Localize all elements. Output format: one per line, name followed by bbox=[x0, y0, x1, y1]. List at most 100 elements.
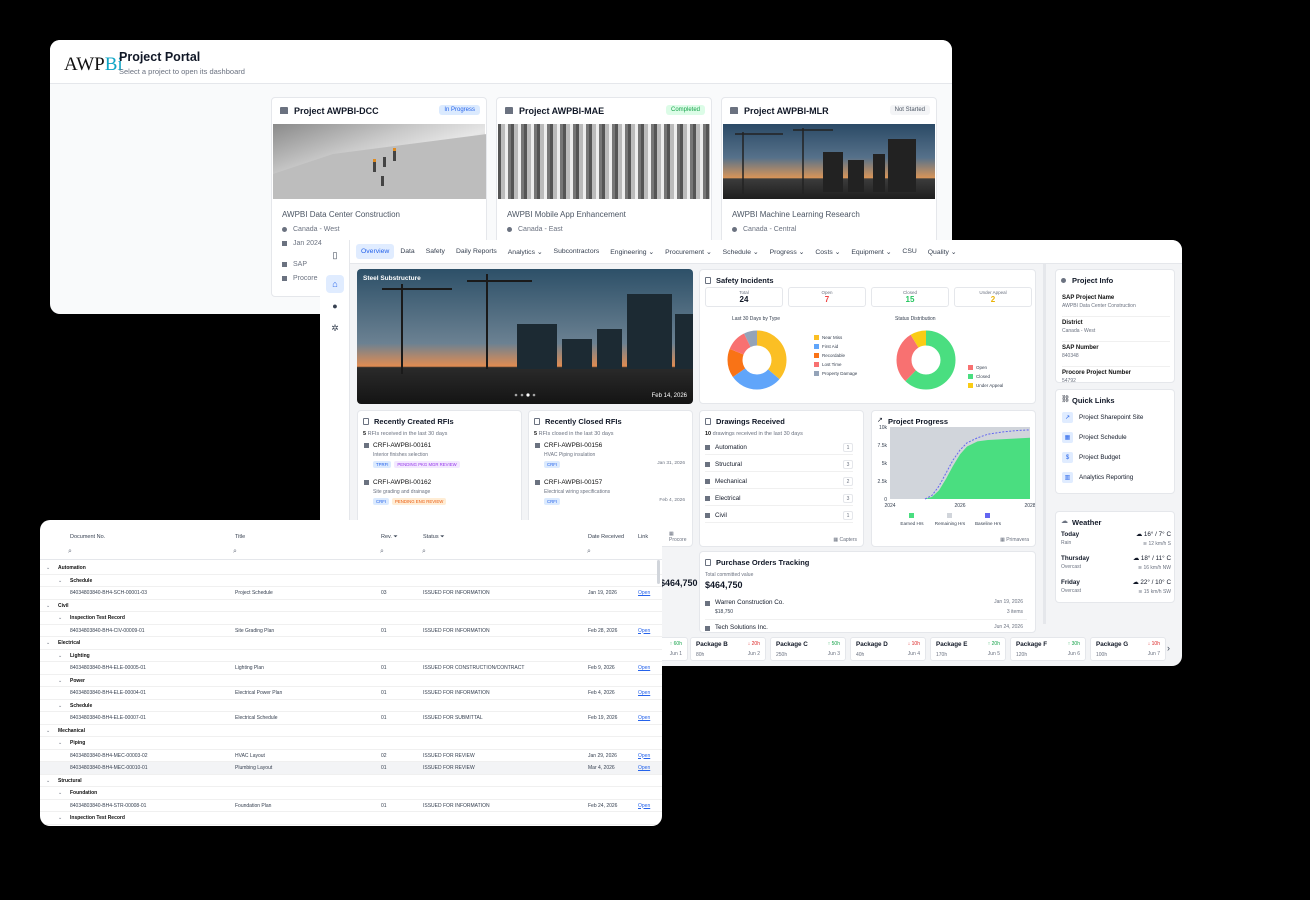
tab-overview[interactable]: Overview bbox=[356, 244, 395, 259]
table-row[interactable]: 84034803840-BH4-ELE-00004-01 Electrical P… bbox=[40, 687, 662, 700]
group-row[interactable]: ⌄ Automation bbox=[40, 562, 662, 575]
chevron-down-icon[interactable]: ⌄ bbox=[58, 653, 62, 659]
status-badge: Not Started bbox=[889, 105, 930, 115]
tab-analytics[interactable]: Analytics ⌄ bbox=[503, 244, 548, 260]
group-row[interactable]: ⌄ Schedule bbox=[40, 575, 662, 587]
group-row[interactable]: ⌄ Inspection Test Record bbox=[40, 812, 662, 825]
open-link[interactable]: Open bbox=[638, 590, 650, 596]
group-label: Mechanical bbox=[58, 727, 85, 734]
chevron-down-icon[interactable]: ⌄ bbox=[46, 603, 50, 609]
rfi-item[interactable]: CRFI-AWPBI-00156 HVAC Piping insulation CR… bbox=[535, 442, 685, 468]
column-header-link[interactable]: Link bbox=[638, 534, 648, 540]
group-row[interactable]: ⌄ Civil bbox=[40, 600, 662, 612]
open-link[interactable]: Open bbox=[638, 665, 650, 671]
po-row[interactable]: Warren Construction Co. $18,750 Jan 19, … bbox=[705, 598, 1027, 620]
table-row[interactable]: 84034803840-BH4-SCH-00001-03 Project Sche… bbox=[40, 587, 662, 600]
hero-photo-carousel[interactable]: Steel Substructure Feb 14, 2026 bbox=[357, 269, 693, 404]
group-row[interactable]: ⌄ Mechanical bbox=[40, 725, 662, 737]
chevron-down-icon[interactable]: ⌄ bbox=[58, 790, 62, 796]
table-row[interactable]: 84034803840-BH4-ELE-00007-01 Electrical S… bbox=[40, 712, 662, 725]
table-row[interactable]: 84034803840-BH4-MEC-00010-01 Plumbing Lay… bbox=[40, 762, 662, 775]
table-row[interactable]: 84034803840-BH4-ELE-00005-01 Lighting Pla… bbox=[40, 662, 662, 675]
scrollbar[interactable] bbox=[1043, 264, 1046, 624]
package-card[interactable]: Package B ↓ 20h 80h Jun 2 bbox=[690, 637, 766, 661]
search-icon[interactable]: ⌕ bbox=[68, 548, 72, 556]
search-icon[interactable]: ⌕ bbox=[380, 548, 384, 556]
group-row[interactable]: ⌄ Electrical bbox=[40, 637, 662, 650]
po-row[interactable]: Tech Solutions Inc. Jun 24, 2026 bbox=[705, 623, 1027, 632]
rfi-item[interactable]: CRFI-AWPBI-00162 Site grading and drainag… bbox=[364, 479, 514, 505]
package-card[interactable]: Package D ↓ 10h 40h Jun 4 bbox=[850, 637, 926, 661]
chevron-down-icon[interactable]: ⌄ bbox=[58, 815, 62, 821]
quick-link-project-budget[interactable]: $ Project Budget bbox=[1062, 452, 1168, 463]
rfi-item[interactable]: CRFI-AWPBI-00161 Interior finishes select… bbox=[364, 442, 514, 468]
chevron-right-icon[interactable]: › bbox=[1167, 643, 1170, 653]
package-card[interactable]: Package C ↑ 50h 250h Jun 3 bbox=[770, 637, 846, 661]
open-link[interactable]: Open bbox=[638, 690, 650, 696]
table-row[interactable]: 84034803840-BH4-MEC-00003-02 HVAC Layout 0… bbox=[40, 750, 662, 762]
quick-link-analytics-reporting[interactable]: ▥ Analytics Reporting bbox=[1062, 472, 1168, 483]
tab-data[interactable]: Data bbox=[395, 244, 419, 259]
table-row[interactable]: 84034803840-BH4-CIV-00009-01 Site Grading… bbox=[40, 625, 662, 637]
chevron-down-icon[interactable]: ⌄ bbox=[46, 565, 50, 571]
tab-progress[interactable]: Progress ⌄ bbox=[765, 244, 810, 260]
settings-gear-icon[interactable]: ✲ bbox=[326, 319, 344, 337]
chevron-down-icon[interactable]: ⌄ bbox=[58, 703, 62, 709]
chevron-down-icon[interactable]: ⌄ bbox=[58, 740, 62, 746]
drawing-discipline-row[interactable]: Electrical 3 bbox=[705, 492, 853, 506]
open-link[interactable]: Open bbox=[638, 803, 650, 809]
chevron-down-icon[interactable]: ⌄ bbox=[58, 578, 62, 584]
tab-daily-reports[interactable]: Daily Reports bbox=[451, 244, 502, 259]
scrollbar[interactable] bbox=[657, 560, 660, 584]
open-link[interactable]: Open bbox=[638, 628, 650, 634]
group-row[interactable]: ⌄ Schedule bbox=[40, 700, 662, 712]
tab-safety[interactable]: Safety bbox=[421, 244, 450, 259]
tab-schedule[interactable]: Schedule ⌄ bbox=[718, 244, 764, 260]
quick-link-project-sharepoint-site[interactable]: ↗ Project Sharepoint Site bbox=[1062, 412, 1168, 423]
tab-costs[interactable]: Costs ⌄ bbox=[810, 244, 845, 260]
search-icon[interactable]: ⌕ bbox=[422, 548, 426, 556]
home-icon[interactable]: ⌂ bbox=[326, 275, 344, 293]
drawing-discipline-row[interactable]: Mechanical 2 bbox=[705, 475, 853, 489]
column-header-title[interactable]: Title bbox=[235, 534, 245, 540]
quick-link-project-schedule[interactable]: ▦ Project Schedule bbox=[1062, 432, 1168, 443]
package-card[interactable]: Package F ↑ 30h 120h Jun 6 bbox=[1010, 637, 1086, 661]
chevron-down-icon[interactable]: ⌄ bbox=[46, 728, 50, 734]
group-row[interactable]: ⌄ Lighting bbox=[40, 650, 662, 662]
group-row[interactable]: ⌄ Power bbox=[40, 675, 662, 687]
drawing-discipline-row[interactable]: Automation 1 bbox=[705, 441, 853, 455]
tab-equipment[interactable]: Equipment ⌄ bbox=[846, 244, 896, 260]
column-header-status[interactable]: Status ⏷ bbox=[423, 534, 445, 541]
open-link[interactable]: Open bbox=[638, 753, 650, 759]
chevron-down-icon[interactable]: ⌄ bbox=[46, 640, 50, 646]
chevron-down-icon[interactable]: ⌄ bbox=[58, 678, 62, 684]
chevron-down-icon[interactable]: ⌄ bbox=[58, 615, 62, 621]
group-label: Structural bbox=[58, 777, 82, 784]
tab-quality[interactable]: Quality ⌄ bbox=[923, 244, 962, 260]
sidebar-toggle-icon[interactable]: ▯ bbox=[326, 246, 344, 264]
column-header-rev[interactable]: Rev. ⏷ bbox=[381, 534, 398, 541]
tab-engineering[interactable]: Engineering ⌄ bbox=[605, 244, 659, 260]
open-link[interactable]: Open bbox=[638, 715, 650, 721]
rfi-item[interactable]: CRFI-AWPBI-00157 Electrical wiring specif… bbox=[535, 479, 685, 505]
search-icon[interactable]: ⌕ bbox=[587, 548, 591, 556]
package-card[interactable]: Package G ↓ 10h 100h Jun 7 bbox=[1090, 637, 1166, 661]
chevron-down-icon[interactable]: ⌄ bbox=[46, 778, 50, 784]
group-row[interactable]: ⌄ Structural bbox=[40, 775, 662, 787]
group-row[interactable]: ⌄ Inspection Test Record bbox=[40, 612, 662, 625]
package-card[interactable]: Package E ↑ 20h 170h Jun 5 bbox=[930, 637, 1006, 661]
column-header-document-no[interactable]: Document No. bbox=[70, 534, 105, 540]
info-icon[interactable]: ● bbox=[326, 297, 344, 315]
open-link[interactable]: Open bbox=[638, 765, 650, 771]
tab-procurement[interactable]: Procurement ⌄ bbox=[660, 244, 717, 260]
tab-subcontractors[interactable]: Subcontractors bbox=[549, 244, 605, 259]
info-label: Procore Project Number bbox=[1062, 370, 1132, 376]
table-row[interactable]: 84034803840-BH4-STR-00008-01 Foundation P… bbox=[40, 800, 662, 812]
group-row[interactable]: ⌄ Foundation bbox=[40, 787, 662, 800]
drawing-discipline-row[interactable]: Civil 1 bbox=[705, 509, 853, 523]
search-icon[interactable]: ⌕ bbox=[233, 548, 237, 556]
column-header-date-received[interactable]: Date Received bbox=[588, 534, 624, 540]
group-row[interactable]: ⌄ Piping bbox=[40, 737, 662, 750]
tab-csu[interactable]: CSU bbox=[897, 244, 921, 259]
drawing-discipline-row[interactable]: Structural 3 bbox=[705, 458, 853, 472]
